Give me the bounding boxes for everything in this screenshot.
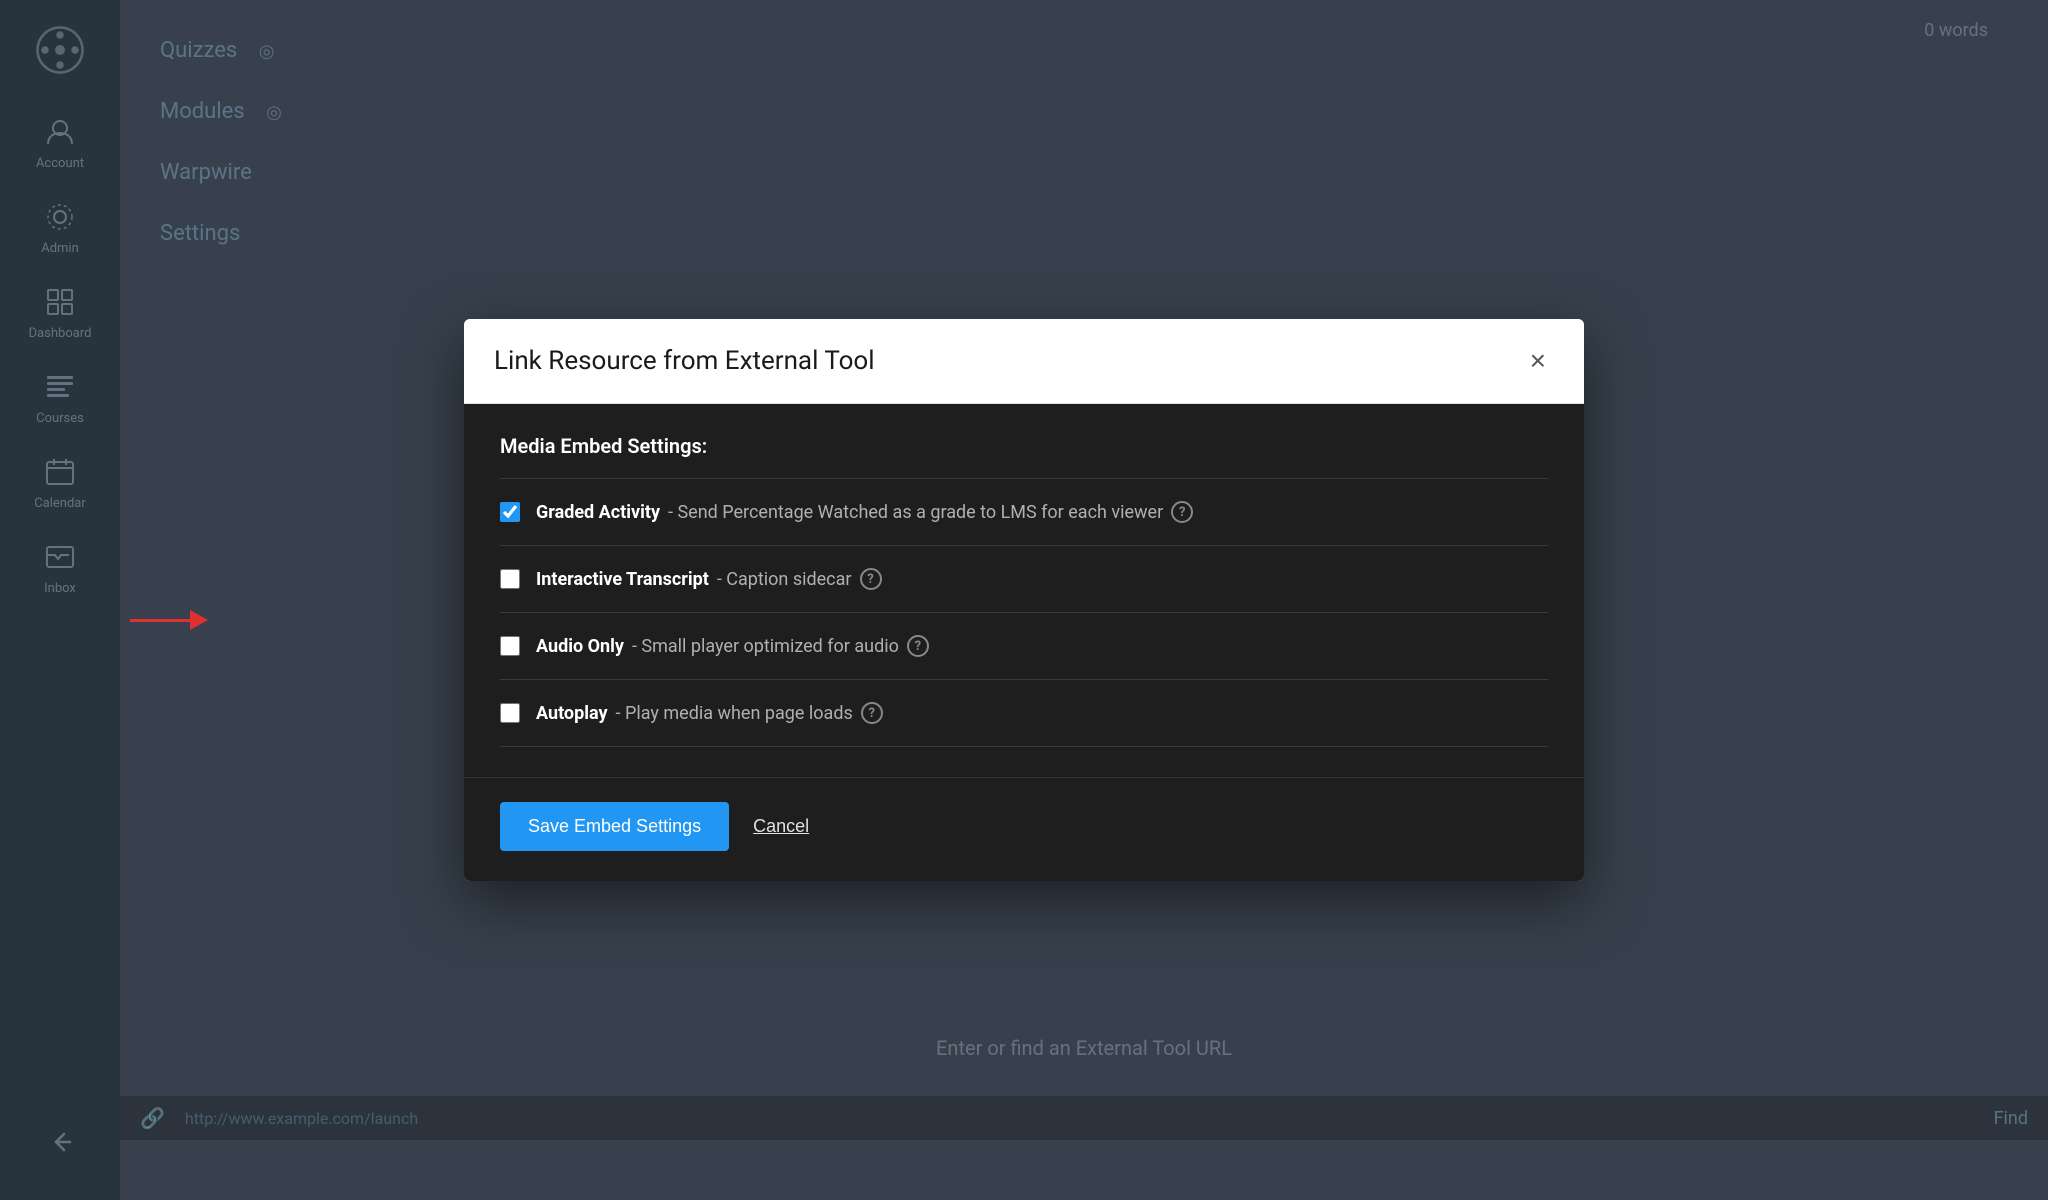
- divider-4: [500, 746, 1548, 747]
- arrow-indicator: [130, 610, 208, 630]
- graded-activity-desc: - Send Percentage Watched as a grade to …: [668, 502, 1163, 523]
- interactive-transcript-checkbox[interactable]: [500, 569, 520, 589]
- graded-activity-text: Graded Activity - Send Percentage Watche…: [536, 501, 1193, 523]
- setting-row-interactive-transcript: Interactive Transcript - Caption sidecar…: [500, 546, 1548, 612]
- dialog-body: Media Embed Settings: Graded Activity - …: [464, 404, 1584, 777]
- setting-row-audio-only: Audio Only - Small player optimized for …: [500, 613, 1548, 679]
- dialog-header: Link Resource from External Tool ×: [464, 319, 1584, 404]
- arrow-head: [190, 610, 208, 630]
- section-title: Media Embed Settings:: [500, 434, 1548, 458]
- interactive-transcript-name: Interactive Transcript: [536, 569, 709, 590]
- autoplay-desc: - Play media when page loads: [616, 703, 853, 724]
- audio-only-text: Audio Only - Small player optimized for …: [536, 635, 929, 657]
- cancel-button[interactable]: Cancel: [753, 816, 809, 837]
- arrow-line: [130, 619, 190, 622]
- dialog-footer: Save Embed Settings Cancel: [464, 777, 1584, 881]
- autoplay-checkbox[interactable]: [500, 703, 520, 723]
- audio-only-checkbox[interactable]: [500, 636, 520, 656]
- audio-only-desc: - Small player optimized for audio: [632, 636, 899, 657]
- audio-only-help-icon[interactable]: ?: [907, 635, 929, 657]
- autoplay-name: Autoplay: [536, 703, 608, 724]
- setting-row-autoplay: Autoplay - Play media when page loads ?: [500, 680, 1548, 746]
- save-embed-settings-button[interactable]: Save Embed Settings: [500, 802, 729, 851]
- setting-row-graded-activity: Graded Activity - Send Percentage Watche…: [500, 479, 1548, 545]
- graded-activity-checkbox[interactable]: [500, 502, 520, 522]
- autoplay-help-icon[interactable]: ?: [861, 702, 883, 724]
- graded-activity-name: Graded Activity: [536, 502, 660, 523]
- graded-activity-help-icon[interactable]: ?: [1171, 501, 1193, 523]
- dialog-close-button[interactable]: ×: [1522, 343, 1554, 379]
- dialog-title: Link Resource from External Tool: [494, 346, 875, 376]
- autoplay-text: Autoplay - Play media when page loads ?: [536, 702, 883, 724]
- audio-only-name: Audio Only: [536, 636, 624, 657]
- interactive-transcript-text: Interactive Transcript - Caption sidecar…: [536, 568, 882, 590]
- interactive-transcript-help-icon[interactable]: ?: [860, 568, 882, 590]
- interactive-transcript-desc: - Caption sidecar: [717, 569, 852, 590]
- dialog: Link Resource from External Tool × Media…: [464, 319, 1584, 881]
